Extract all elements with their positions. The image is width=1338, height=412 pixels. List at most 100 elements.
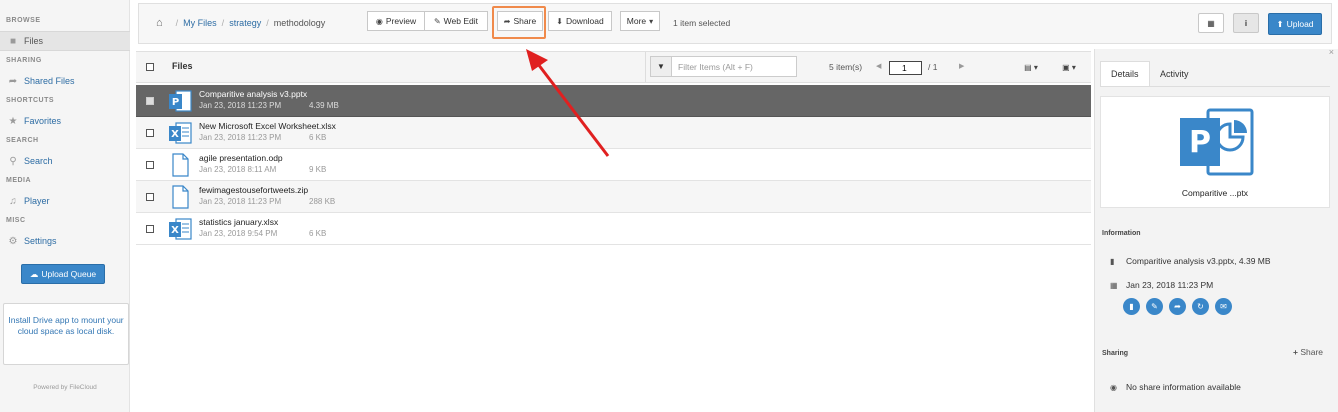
table-row[interactable]: agile presentation.odp Jan 23, 2018 8:11… bbox=[136, 149, 1091, 181]
drive-app-promo[interactable]: Install Drive app to mount your cloud sp… bbox=[3, 303, 129, 365]
breadcrumb-separator: / bbox=[221, 18, 225, 28]
file-size: 9 KB bbox=[309, 165, 327, 174]
sidebar-item-label: Shared Files bbox=[24, 76, 75, 86]
excel-file-icon: X bbox=[169, 122, 192, 144]
item-count: 5 item(s) bbox=[829, 62, 863, 72]
information-title: Information bbox=[1102, 230, 1141, 237]
sidebar-item-label: Settings bbox=[24, 236, 57, 246]
sidebar-item-label: Search bbox=[24, 156, 53, 166]
row-checkbox[interactable] bbox=[146, 225, 154, 233]
section-search: SEARCH bbox=[6, 137, 39, 144]
sidebar-item-player[interactable]: ♫ Player bbox=[0, 191, 130, 211]
svg-text:P: P bbox=[172, 97, 179, 108]
row-checkbox[interactable] bbox=[146, 97, 154, 105]
share-action-icon[interactable]: ➦ bbox=[1169, 298, 1186, 315]
star-icon: ★ bbox=[8, 115, 18, 127]
file-date: Jan 23, 2018 8:11 AM bbox=[199, 165, 277, 174]
row-checkbox[interactable] bbox=[146, 129, 154, 137]
plus-icon: + bbox=[1293, 347, 1298, 357]
breadcrumb-strategy[interactable]: strategy bbox=[229, 18, 261, 28]
breadcrumb-separator: / bbox=[175, 18, 179, 28]
more-button[interactable]: More ▾ bbox=[620, 11, 660, 31]
document-file-icon bbox=[172, 153, 189, 177]
file-size: 6 KB bbox=[309, 133, 327, 142]
sidebar-item-shared-files[interactable]: ➦ Shared Files bbox=[0, 71, 130, 91]
table-row[interactable]: fewimagestousefortweets.zip Jan 23, 2018… bbox=[136, 181, 1091, 213]
next-page-icon[interactable]: ▶ bbox=[959, 62, 964, 70]
file-preview: P Comparitive ...ptx bbox=[1100, 96, 1330, 208]
section-browse: BROWSE bbox=[6, 17, 41, 24]
sidebar-item-favorites[interactable]: ★ Favorites bbox=[0, 111, 130, 131]
svg-text:P: P bbox=[1189, 125, 1211, 160]
upload-button[interactable]: ⬆ Upload bbox=[1268, 13, 1322, 35]
open-action-icon[interactable]: ▮ bbox=[1123, 298, 1140, 315]
table-row[interactable]: X statistics january.xlsx Jan 23, 2018 9… bbox=[136, 213, 1091, 245]
file-size: 6 KB bbox=[309, 229, 327, 238]
files-column-header[interactable]: Files bbox=[172, 61, 193, 71]
details-panel: × Details Activity P Comparitive ...ptx … bbox=[1094, 47, 1338, 412]
file-name[interactable]: statistics january.xlsx bbox=[199, 217, 278, 227]
section-misc: MISC bbox=[6, 217, 26, 224]
filter-input[interactable] bbox=[671, 56, 797, 77]
prev-page-icon[interactable]: ◀ bbox=[876, 62, 881, 70]
powered-by: Powered by FileCloud bbox=[33, 384, 97, 391]
web-edit-button[interactable]: ✎ Web Edit bbox=[424, 11, 488, 31]
sidebar: BROWSE ■ Files SHARING ➦ Shared Files SH… bbox=[0, 0, 130, 412]
folder-tools-icon[interactable]: ▣ ▾ bbox=[1056, 58, 1082, 76]
home-icon[interactable]: ⌂ bbox=[156, 17, 163, 29]
file-name[interactable]: New Microsoft Excel Worksheet.xlsx bbox=[199, 121, 336, 131]
toolbar: ⌂ / My Files / strategy / methodology bbox=[138, 3, 1332, 44]
svg-text:X: X bbox=[171, 225, 179, 236]
table-row[interactable]: P Comparitive analysis v3.pptx Jan 23, 2… bbox=[136, 85, 1091, 117]
excel-file-icon: X bbox=[169, 218, 192, 240]
row-checkbox[interactable] bbox=[146, 193, 154, 201]
download-button[interactable]: ⬇ Download bbox=[548, 11, 612, 31]
svg-text:X: X bbox=[171, 129, 179, 140]
upload-icon: ⬆ bbox=[1276, 18, 1284, 29]
tab-activity[interactable]: Activity bbox=[1150, 61, 1199, 87]
add-share-link[interactable]: + Share bbox=[1293, 347, 1323, 357]
powerpoint-large-icon: P bbox=[1180, 108, 1254, 176]
table-row[interactable]: X New Microsoft Excel Worksheet.xlsx Jan… bbox=[136, 117, 1091, 149]
sort-menu-icon[interactable]: ▤ ▾ bbox=[1018, 58, 1044, 76]
sidebar-item-files[interactable]: ■ Files bbox=[0, 31, 130, 51]
file-name[interactable]: Comparitive analysis v3.pptx bbox=[199, 89, 307, 99]
breadcrumb-my-files[interactable]: My Files bbox=[183, 18, 217, 28]
grid-view-button[interactable]: ▦ bbox=[1198, 13, 1224, 33]
section-sharing: SHARING bbox=[6, 57, 42, 64]
preview-button[interactable]: ◉ Preview bbox=[367, 11, 425, 31]
powerpoint-file-icon: P bbox=[169, 90, 192, 112]
share-button[interactable]: ➦ Share bbox=[497, 11, 543, 31]
refresh-action-icon[interactable]: ↻ bbox=[1192, 298, 1209, 315]
sidebar-item-search[interactable]: ⚲ Search bbox=[0, 151, 130, 171]
file-date: Jan 23, 2018 11:23 PM bbox=[199, 101, 282, 110]
preview-caption: Comparitive ...ptx bbox=[1181, 188, 1249, 198]
file-name[interactable]: agile presentation.odp bbox=[199, 153, 283, 163]
sidebar-item-settings[interactable]: ⚙ Settings bbox=[0, 231, 130, 251]
sidebar-item-label: Files bbox=[24, 36, 44, 46]
file-name[interactable]: fewimagestousefortweets.zip bbox=[199, 185, 308, 195]
file-size: 288 KB bbox=[309, 197, 336, 206]
tab-divider bbox=[1100, 86, 1330, 87]
tab-details[interactable]: Details bbox=[1100, 61, 1150, 87]
email-action-icon[interactable]: ✉ bbox=[1215, 298, 1232, 315]
row-checkbox[interactable] bbox=[146, 161, 154, 169]
info-button[interactable]: i bbox=[1233, 13, 1259, 33]
page-input[interactable] bbox=[889, 61, 922, 75]
calendar-icon: ▦ bbox=[1110, 280, 1118, 290]
section-shortcuts: SHORTCUTS bbox=[6, 97, 55, 104]
edit-action-icon[interactable]: ✎ bbox=[1146, 298, 1163, 315]
folder-icon: ■ bbox=[9, 35, 17, 47]
eye-icon: ◉ bbox=[375, 16, 383, 26]
sharing-title: Sharing bbox=[1102, 350, 1129, 357]
edit-icon: ✎ bbox=[433, 16, 441, 26]
upload-queue-button[interactable]: ☁ Upload Queue bbox=[21, 264, 105, 284]
file-list-header: Files ▼ 5 item(s) ◀ / 1 ▶ ▤ ▾ ▣ ▾ bbox=[136, 51, 1091, 83]
close-icon[interactable]: × bbox=[1329, 47, 1334, 57]
header-divider bbox=[645, 52, 646, 82]
sidebar-item-label: Player bbox=[24, 196, 50, 206]
select-all-checkbox[interactable] bbox=[146, 63, 154, 71]
share-icon: ➦ bbox=[8, 75, 18, 87]
sidebar-item-label: Favorites bbox=[24, 116, 62, 126]
filter-icon[interactable]: ▼ bbox=[650, 56, 672, 77]
